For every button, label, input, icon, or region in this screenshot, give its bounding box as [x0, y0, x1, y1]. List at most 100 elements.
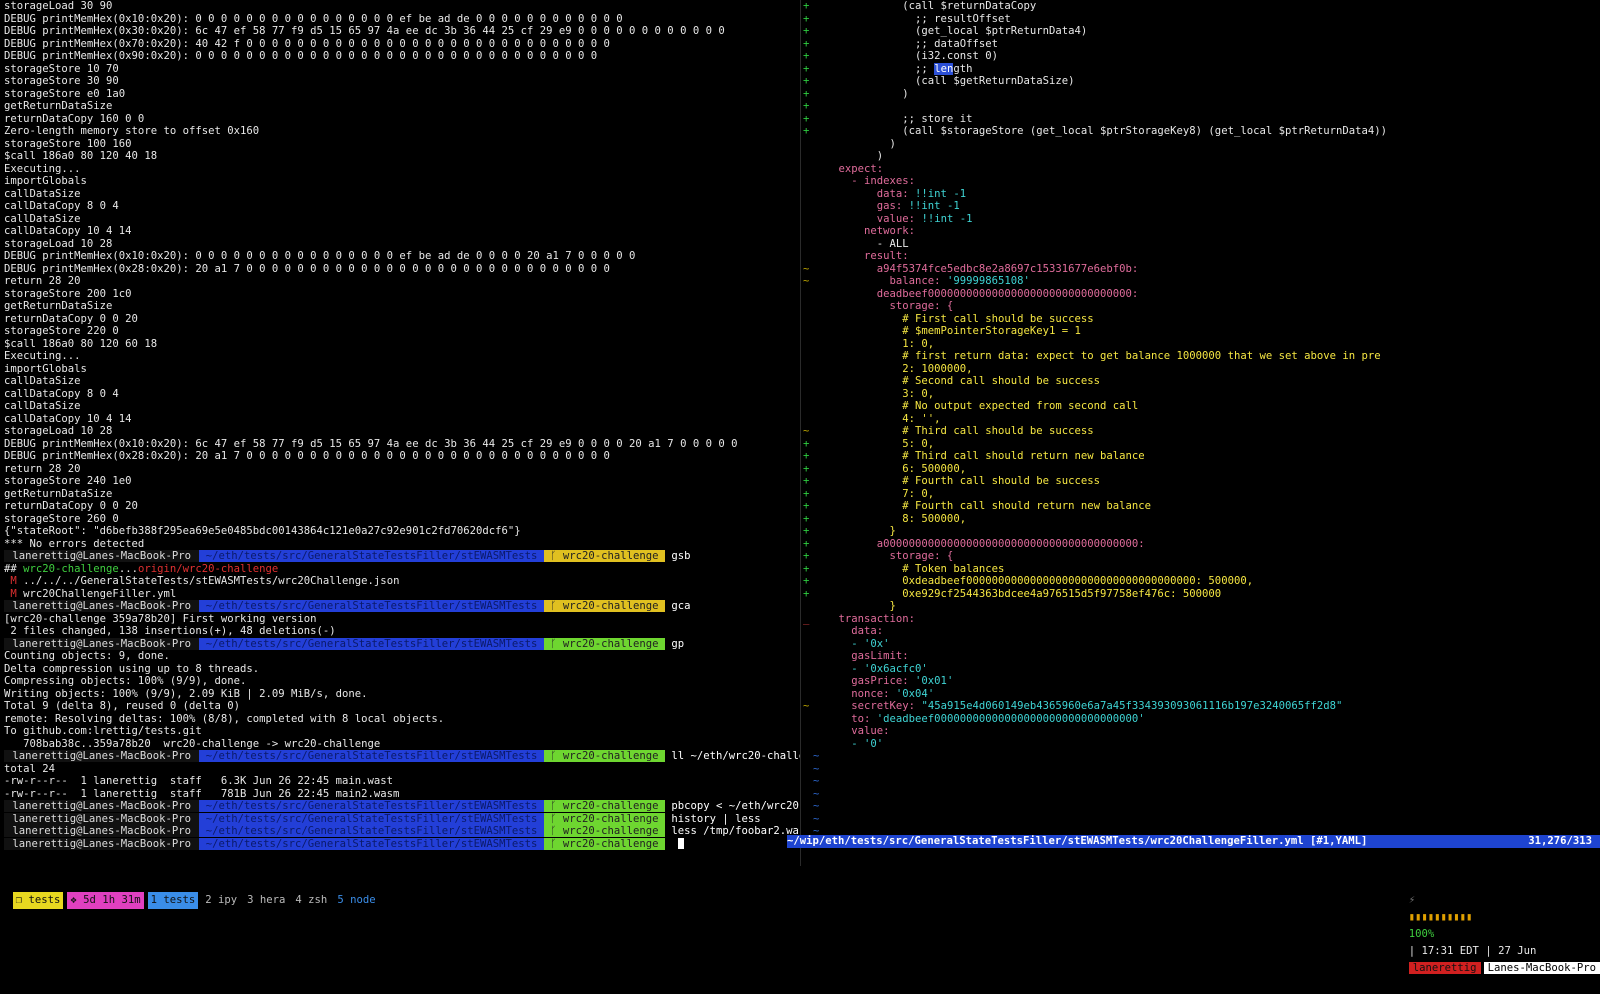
vim-line: - '0x6acfc0': [801, 663, 1600, 676]
vim-line: + storage: {: [801, 550, 1600, 563]
tmux-status-bar: ❐ tests ❖ 5d 1h 31m 1 tests 2 ipy 3 hera 4 zs…: [0, 875, 1600, 974]
tmux-window-4[interactable]: 3 hera: [244, 892, 288, 909]
shell-prompt: lanerettig@Lanes-MacBook-Pro ~/eth/tests…: [0, 600, 800, 613]
log-line: DEBUG printMemHex(0x70:0x20): 40 42 f 0 …: [4, 37, 610, 50]
tmux-window-0[interactable]: ❐ tests: [12, 892, 64, 909]
log-line: DEBUG printMemHex(0x90:0x20): 0 0 0 0 0 …: [4, 50, 598, 62]
prompt-user: lanerettig@Lanes-MacBook-Pro: [4, 750, 200, 762]
vim-line: ~ # Third call should be success: [801, 425, 1600, 438]
log-line: storageStore 220 0: [4, 325, 119, 337]
prompt-command: gca: [664, 600, 691, 612]
log-line: callDataSize: [4, 375, 81, 387]
push-output-line: To github.com:lrettig/tests.git: [4, 725, 202, 737]
git-dots: ...: [118, 562, 138, 575]
log-line: return 28 20: [4, 462, 81, 475]
vim-editor-pane[interactable]: + (call $returnDataCopy + ;; resultOffset…: [801, 0, 1600, 866]
vim-line-text: # $memPointerStorageKey1 = 1: [813, 325, 1081, 337]
vim-line: # Second call should be success: [801, 375, 1600, 388]
battery-percent: 100%: [1408, 928, 1435, 940]
vim-line-text: - ALL: [813, 237, 909, 250]
ls-output-line: total 24: [4, 762, 56, 775]
yaml-key: data:: [813, 187, 909, 200]
vim-line: + (call $storageStore (get_local $ptrSto…: [801, 125, 1600, 138]
prompt-path: ~/eth/tests/src/GeneralStateTestsFiller/…: [199, 750, 544, 762]
git-gutter-sign: +: [803, 537, 810, 550]
git-gutter-sign: +: [803, 87, 810, 100]
yaml-value: !!int -1: [908, 187, 967, 200]
tmux-window-1[interactable]: ❖ 5d 1h 31m: [67, 892, 144, 909]
vim-line-text: (call $storageStore (get_local $ptrStora…: [813, 125, 1388, 137]
log-line: returnDataCopy 0 0 20: [4, 312, 138, 325]
yaml-key: nonce:: [813, 687, 890, 700]
vim-line: 1: 0,: [801, 338, 1600, 351]
vim-line-text: 2: 1000000,: [813, 362, 973, 375]
git-gutter-sign: ~: [803, 700, 810, 712]
vim-empty-line: ~: [801, 813, 1600, 826]
tmux-window-2[interactable]: 1 tests: [147, 892, 199, 909]
vim-line-text: - '0x': [813, 637, 890, 650]
vim-line: ~ balance: '99999865108': [801, 275, 1600, 288]
prompt-path: ~/eth/tests/src/GeneralStateTestsFiller/…: [199, 600, 544, 612]
vim-line-text: value: !!int -1: [813, 212, 973, 226]
log-line: DEBUG printMemHex(0x10:0x20): 6c 47 ef 5…: [4, 437, 738, 450]
vim-line-text: # Token balances: [813, 562, 1005, 575]
vim-line: ~ a94f5374fce5edbc8e2a8697c15331677e6ebf…: [801, 263, 1600, 276]
vim-line: + ): [801, 88, 1600, 101]
vim-line: + # Third call should return new balance: [801, 450, 1600, 463]
git-gutter-sign: +: [803, 100, 810, 112]
vim-line-text: 6: 500000,: [813, 462, 967, 475]
log-line: importGlobals: [4, 175, 87, 187]
prompt-branch: ᚴ wrc20-challenge: [543, 550, 665, 562]
vim-line: value: !!int -1: [801, 213, 1600, 226]
log-line: callDataCopy 10 4 14: [4, 225, 132, 237]
vim-line-text: (call $returnDataCopy: [813, 0, 1037, 12]
vim-tilde: ~: [813, 812, 820, 825]
vim-line: - indexes:: [801, 175, 1600, 188]
git-gutter-sign: +: [803, 125, 810, 137]
prompt-branch: ᚴ wrc20-challenge: [543, 637, 665, 650]
prompt-user: lanerettig@Lanes-MacBook-Pro: [4, 550, 200, 562]
log-line: Zero-length memory store to offset 0x160: [4, 125, 260, 137]
vim-tilde: ~: [813, 750, 820, 762]
vim-line: deadbeef00000000000000000000000000000000…: [801, 288, 1600, 301]
git-status-branch: ## wrc20-challenge...origin/wrc20-challe…: [0, 563, 800, 576]
git-gutter-sign: +: [803, 12, 810, 25]
vim-line-text: ;; resultOffset: [813, 12, 1011, 25]
vim-line: - '0x': [801, 638, 1600, 651]
log-line: storageLoad 10 28: [4, 237, 113, 250]
vim-line: 4: '',: [801, 413, 1600, 426]
git-gutter-sign: +: [803, 525, 810, 537]
log-line: *** No errors detected: [4, 537, 145, 550]
left-terminal-pane[interactable]: storageLoad 30 90 DEBUG printMemHex(0x10:…: [0, 0, 800, 866]
vim-empty-line: ~: [801, 788, 1600, 801]
vim-line: + }: [801, 525, 1600, 538]
vim-line: _ transaction:: [801, 613, 1600, 626]
vim-line: + 0xe929cf2544363bdcee4a976515d5f97758ef…: [801, 588, 1600, 601]
log-line: callDataSize: [4, 212, 81, 225]
prompt-path: ~/eth/tests/src/GeneralStateTestsFiller/…: [199, 800, 544, 812]
vim-line-text: # No output expected from second call: [813, 400, 1139, 412]
vim-line: + 5: 0,: [801, 438, 1600, 451]
vim-line-text: }: [813, 525, 896, 537]
tmux-window-6[interactable]: 5 node: [334, 892, 378, 909]
push-output-line: Delta compression using up to 8 threads.: [4, 662, 260, 675]
tmux-window-3[interactable]: 2 ipy: [202, 892, 240, 909]
vim-line-text: 4: '',: [813, 412, 941, 425]
prompt-path: ~/eth/tests/src/GeneralStateTestsFiller/…: [199, 550, 544, 562]
vim-line: network:: [801, 225, 1600, 238]
log-line: DEBUG printMemHex(0x10:0x20): 0 0 0 0 0 …: [4, 250, 636, 262]
push-output-line: Writing objects: 100% (9/9), 2.09 KiB | …: [4, 687, 368, 700]
vim-line: + 7: 0,: [801, 488, 1600, 501]
vim-line: # First call should be success: [801, 313, 1600, 326]
yaml-key: value:: [813, 212, 916, 225]
prompt-command: pbcopy < ~/eth/wrc20-challeng: [671, 800, 800, 812]
vim-line: ~ secretKey: "45a915e4d060149eb4365960e6…: [801, 700, 1600, 713]
prompt-user: lanerettig@Lanes-MacBook-Pro: [4, 800, 200, 812]
git-gutter-sign: +: [803, 450, 810, 462]
vim-line: gas: !!int -1: [801, 200, 1600, 213]
prompt-branch: ᚴ wrc20-challenge: [543, 600, 665, 612]
vim-line: + (get_local $ptrReturnData4): [801, 25, 1600, 38]
tmux-window-5[interactable]: 4 zsh: [292, 892, 330, 909]
terminal-cursor: [677, 838, 684, 849]
vim-line-text: # Fourth call should return new balance: [813, 500, 1152, 512]
